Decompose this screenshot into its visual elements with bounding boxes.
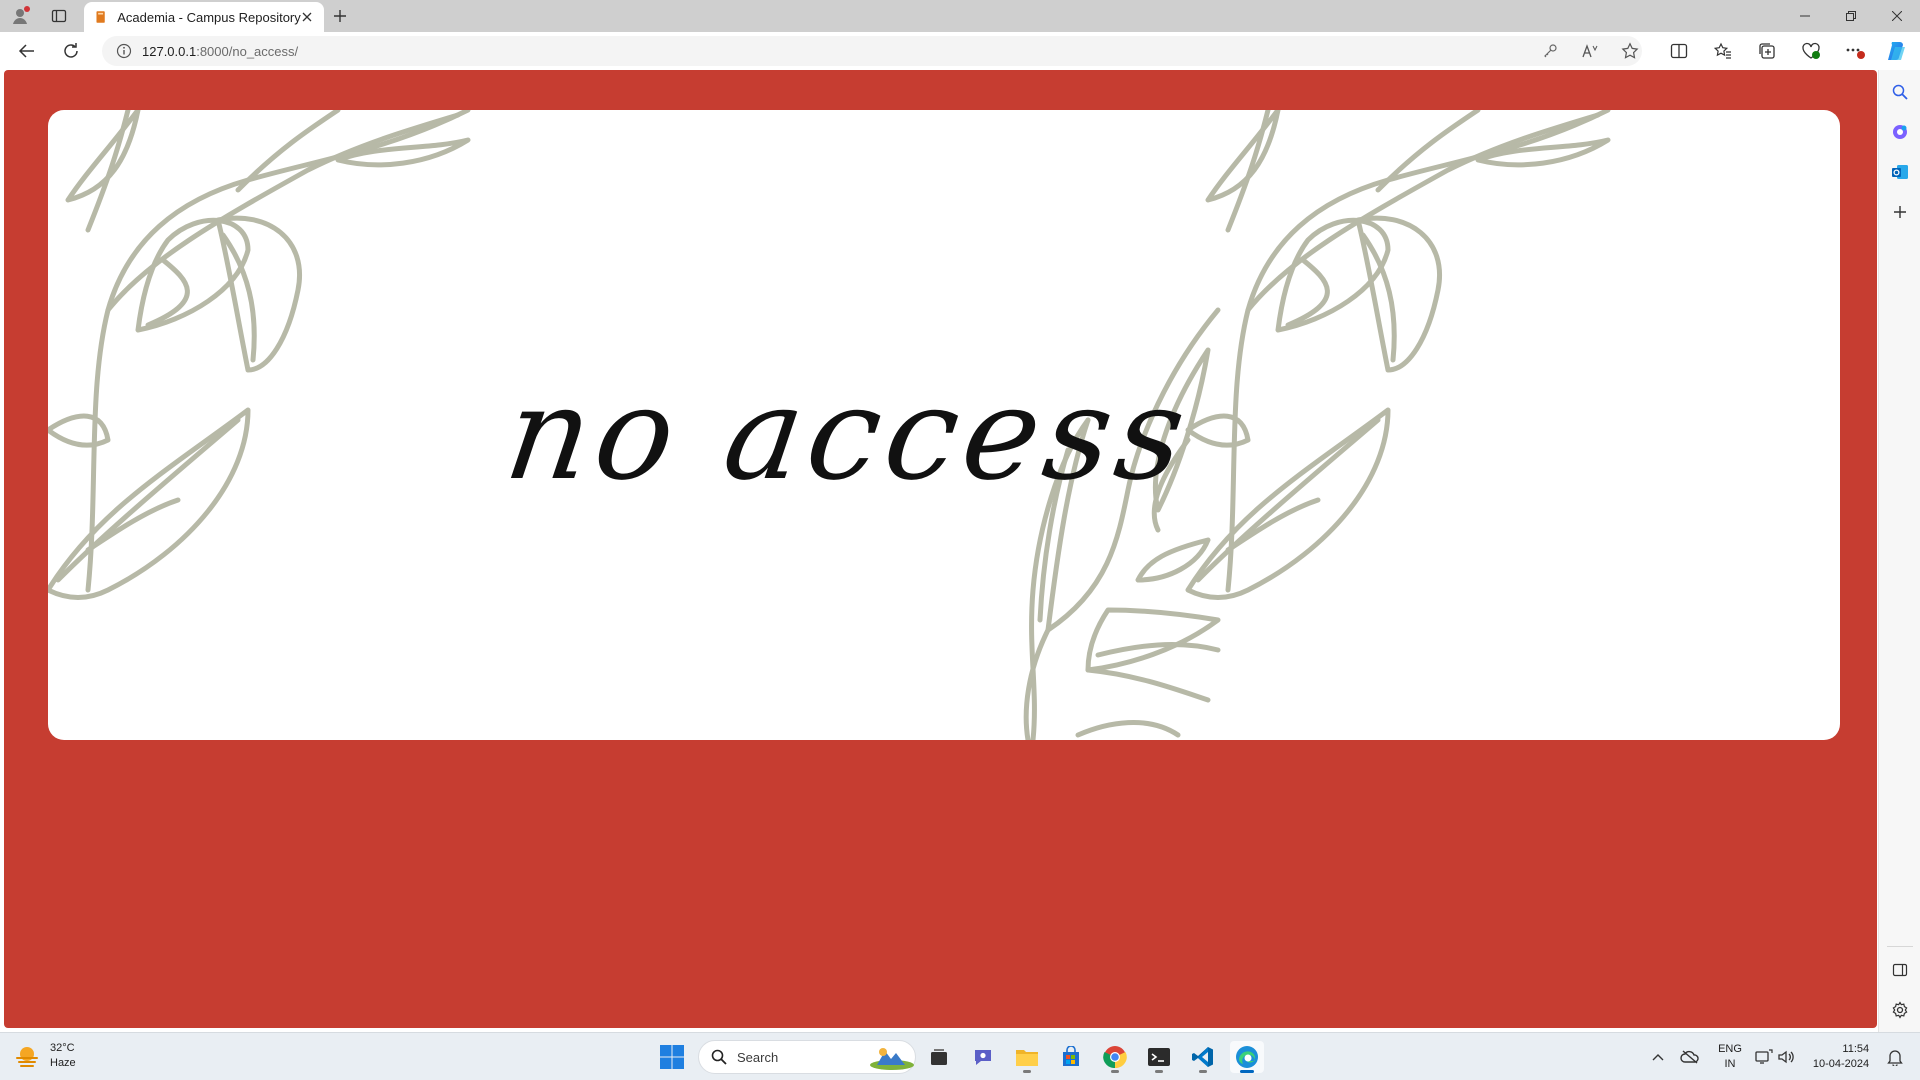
weather-temp: 32°C [50, 1042, 75, 1054]
terminal-button[interactable] [1142, 1041, 1176, 1073]
running-indicator [1111, 1070, 1119, 1073]
running-indicator [1199, 1070, 1207, 1073]
copilot-icon[interactable] [1882, 37, 1912, 65]
windows-logo-icon [660, 1045, 684, 1069]
restore-button[interactable] [1828, 0, 1874, 32]
windows-taskbar: 32°C Haze Search ENG IN 11:54 10-04-2024 [0, 1032, 1920, 1080]
edge-button[interactable] [1230, 1041, 1264, 1073]
sidebar-outlook-icon[interactable] [1886, 158, 1914, 186]
terminal-icon [1148, 1048, 1170, 1066]
weather-widget[interactable]: 32°C Haze [14, 1041, 76, 1071]
settings-more-icon[interactable] [1840, 37, 1870, 65]
password-key-icon[interactable] [1538, 40, 1562, 62]
task-view-button[interactable] [922, 1041, 956, 1073]
tab-actions-icon[interactable] [44, 4, 74, 28]
collections-icon[interactable] [1752, 37, 1782, 65]
favorites-icon[interactable] [1708, 37, 1738, 65]
browser-toolbar: 127.0.0.1:8000/no_access/ [0, 32, 1920, 70]
browser-tab-strip: Academia - Campus Repository [0, 0, 1920, 32]
site-info-icon[interactable] [116, 43, 132, 59]
sidebar-divider [1887, 946, 1913, 947]
bell-icon [1887, 1050, 1903, 1066]
language-code: ENG [1718, 1043, 1742, 1055]
microsoft-store-button[interactable] [1054, 1041, 1088, 1073]
network-icon [1755, 1049, 1773, 1064]
search-highlight-icon [870, 1048, 914, 1070]
onedrive-tray-button[interactable] [1676, 1033, 1704, 1080]
volume-icon [1778, 1050, 1794, 1064]
sidebar-copilot-icon[interactable] [1886, 118, 1914, 146]
folder-icon [1016, 1050, 1038, 1066]
sidebar-search-icon[interactable] [1886, 78, 1914, 106]
teams-chat-button[interactable] [966, 1041, 1000, 1073]
search-icon [711, 1049, 727, 1065]
close-tab-icon[interactable] [301, 9, 314, 25]
refresh-button[interactable] [56, 37, 86, 65]
favicon-icon [96, 11, 105, 23]
clock-date: 10-04-2024 [1812, 1058, 1870, 1070]
tab-title: Academia - Campus Repository [117, 9, 301, 25]
weather-desc: Haze [50, 1057, 76, 1069]
notifications-button[interactable] [1882, 1033, 1908, 1080]
network-volume-button[interactable] [1752, 1033, 1798, 1080]
no-access-card: no access [48, 110, 1840, 740]
start-button[interactable] [658, 1043, 686, 1071]
running-indicator [1023, 1070, 1031, 1073]
language-indicator[interactable]: ENG IN [1714, 1033, 1746, 1080]
active-indicator [1240, 1070, 1254, 1073]
url-text: 127.0.0.1:8000/no_access/ [142, 44, 298, 59]
onedrive-offline-icon [1680, 1050, 1699, 1064]
no-access-heading: no access [497, 360, 1200, 509]
store-icon [1063, 1046, 1079, 1066]
back-button[interactable] [12, 37, 42, 65]
minimize-button[interactable] [1782, 0, 1828, 32]
task-view-icon [931, 1049, 947, 1065]
show-hidden-icons-button[interactable] [1646, 1033, 1670, 1080]
profile-icon[interactable] [6, 4, 36, 28]
address-bar[interactable]: 127.0.0.1:8000/no_access/ [102, 36, 1642, 66]
edge-icon [1236, 1046, 1258, 1068]
edge-sidebar [1878, 70, 1920, 1032]
haze-sun-icon [16, 1047, 38, 1067]
clock-time: 11:54 [1842, 1043, 1870, 1055]
language-region: IN [1724, 1058, 1736, 1070]
teams-chat-icon [975, 1050, 991, 1065]
url-path: :8000/no_access/ [196, 43, 299, 59]
read-aloud-icon[interactable] [1578, 40, 1602, 62]
page-background: no access [4, 70, 1877, 1028]
url-host: 127.0.0.1 [142, 43, 197, 59]
browser-essentials-icon[interactable] [1796, 37, 1826, 65]
page-viewport: no access [0, 70, 1878, 1032]
running-indicator [1155, 1070, 1163, 1073]
favorite-star-icon[interactable] [1618, 40, 1642, 62]
new-tab-button[interactable] [326, 4, 354, 28]
sidebar-toggle-icon[interactable] [1886, 956, 1914, 984]
vscode-button[interactable] [1186, 1041, 1220, 1073]
chrome-icon [1103, 1046, 1127, 1069]
search-placeholder: Search [737, 1049, 779, 1065]
split-screen-icon[interactable] [1664, 37, 1694, 65]
close-window-button[interactable] [1874, 0, 1920, 32]
tab-active[interactable]: Academia - Campus Repository [84, 2, 324, 32]
sidebar-settings-icon[interactable] [1886, 996, 1914, 1024]
vscode-icon [1192, 1047, 1213, 1067]
file-explorer-button[interactable] [1010, 1041, 1044, 1073]
sidebar-add-icon[interactable] [1886, 198, 1914, 226]
chevron-up-icon [1652, 1054, 1664, 1061]
clock[interactable]: 11:54 10-04-2024 [1806, 1033, 1876, 1080]
chrome-button[interactable] [1098, 1041, 1132, 1073]
taskbar-search-box[interactable]: Search [698, 1040, 916, 1074]
